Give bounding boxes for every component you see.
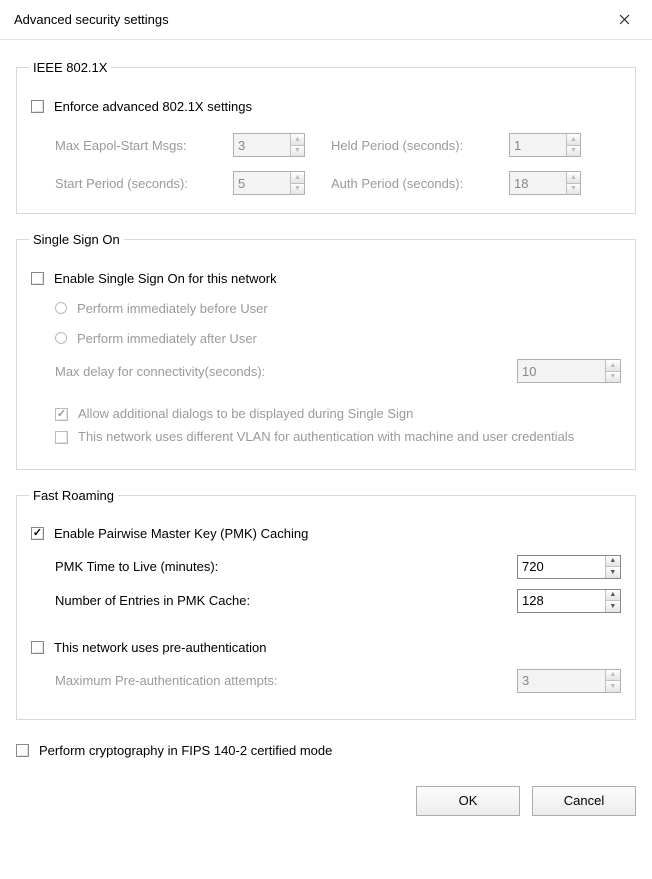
max-preauth-input[interactable] <box>518 670 605 692</box>
sso-allow-dialogs-label: Allow additional dialogs to be displayed… <box>78 405 413 424</box>
enable-sso-checkbox[interactable] <box>31 272 44 285</box>
max-eapol-spinbox[interactable]: ▲▼ <box>233 133 305 157</box>
preauth-label: This network uses pre-authentication <box>54 640 266 655</box>
pmk-entries-input[interactable] <box>518 590 605 612</box>
spin-up-icon[interactable]: ▲ <box>567 134 580 146</box>
pmk-ttl-spinbox[interactable]: ▲▼ <box>517 555 621 579</box>
group-ieee8021x: IEEE 802.1X Enforce advanced 802.1X sett… <box>16 60 636 214</box>
spin-up-icon[interactable]: ▲ <box>291 172 304 184</box>
pmk-caching-label: Enable Pairwise Master Key (PMK) Caching <box>54 526 308 541</box>
spin-up-icon[interactable]: ▲ <box>567 172 580 184</box>
auth-period-spinbox[interactable]: ▲▼ <box>509 171 581 195</box>
spin-down-icon[interactable]: ▼ <box>606 601 620 612</box>
pmk-ttl-input[interactable] <box>518 556 605 578</box>
start-period-label: Start Period (seconds): <box>55 176 215 191</box>
auth-period-label: Auth Period (seconds): <box>331 176 491 191</box>
spin-down-icon[interactable]: ▼ <box>606 372 620 383</box>
close-button[interactable] <box>602 5 646 35</box>
fips-checkbox[interactable] <box>16 744 29 757</box>
max-preauth-spinbox[interactable]: ▲▼ <box>517 669 621 693</box>
spin-down-icon[interactable]: ▼ <box>291 146 304 157</box>
start-period-input[interactable] <box>234 172 290 194</box>
spin-down-icon[interactable]: ▼ <box>606 681 620 692</box>
fips-label: Perform cryptography in FIPS 140-2 certi… <box>39 743 332 758</box>
max-eapol-input[interactable] <box>234 134 290 156</box>
window-title: Advanced security settings <box>14 12 169 27</box>
sso-allow-dialogs-checkbox[interactable] <box>55 408 68 421</box>
sso-after-label: Perform immediately after User <box>77 331 257 346</box>
legend-sso: Single Sign On <box>29 232 124 247</box>
titlebar: Advanced security settings <box>0 0 652 40</box>
enforce-8021x-label: Enforce advanced 802.1X settings <box>54 99 252 114</box>
held-period-spinbox[interactable]: ▲▼ <box>509 133 581 157</box>
sso-before-radio[interactable] <box>55 302 67 314</box>
pmk-ttl-label: PMK Time to Live (minutes): <box>55 559 218 574</box>
sso-diff-vlan-checkbox[interactable] <box>55 431 68 444</box>
legend-fast-roaming: Fast Roaming <box>29 488 118 503</box>
spin-up-icon[interactable]: ▲ <box>606 556 620 568</box>
enforce-8021x-checkbox[interactable] <box>31 100 44 113</box>
pmk-caching-checkbox[interactable] <box>31 527 44 540</box>
pmk-entries-spinbox[interactable]: ▲▼ <box>517 589 621 613</box>
sso-max-delay-label: Max delay for connectivity(seconds): <box>55 364 265 379</box>
held-period-input[interactable] <box>510 134 566 156</box>
sso-max-delay-spinbox[interactable]: ▲▼ <box>517 359 621 383</box>
dialog-footer: OK Cancel <box>0 780 652 828</box>
spin-up-icon[interactable]: ▲ <box>606 670 620 682</box>
spin-down-icon[interactable]: ▼ <box>291 184 304 195</box>
enable-sso-label: Enable Single Sign On for this network <box>54 271 277 286</box>
cancel-button[interactable]: Cancel <box>532 786 636 816</box>
max-preauth-label: Maximum Pre-authentication attempts: <box>55 673 278 688</box>
spin-down-icon[interactable]: ▼ <box>606 567 620 578</box>
auth-period-input[interactable] <box>510 172 566 194</box>
spin-down-icon[interactable]: ▼ <box>567 146 580 157</box>
preauth-checkbox[interactable] <box>31 641 44 654</box>
held-period-label: Held Period (seconds): <box>331 138 491 153</box>
start-period-spinbox[interactable]: ▲▼ <box>233 171 305 195</box>
sso-after-radio[interactable] <box>55 332 67 344</box>
max-eapol-label: Max Eapol-Start Msgs: <box>55 138 215 153</box>
spin-up-icon[interactable]: ▲ <box>291 134 304 146</box>
group-sso: Single Sign On Enable Single Sign On for… <box>16 232 636 470</box>
spin-up-icon[interactable]: ▲ <box>606 360 620 372</box>
pmk-entries-label: Number of Entries in PMK Cache: <box>55 593 250 608</box>
group-fast-roaming: Fast Roaming Enable Pairwise Master Key … <box>16 488 636 720</box>
ok-button[interactable]: OK <box>416 786 520 816</box>
legend-ieee8021x: IEEE 802.1X <box>29 60 111 75</box>
sso-diff-vlan-label: This network uses different VLAN for aut… <box>78 428 574 447</box>
sso-max-delay-input[interactable] <box>518 360 605 382</box>
spin-up-icon[interactable]: ▲ <box>606 590 620 602</box>
spin-down-icon[interactable]: ▼ <box>567 184 580 195</box>
close-icon <box>619 14 630 25</box>
sso-before-label: Perform immediately before User <box>77 301 268 316</box>
